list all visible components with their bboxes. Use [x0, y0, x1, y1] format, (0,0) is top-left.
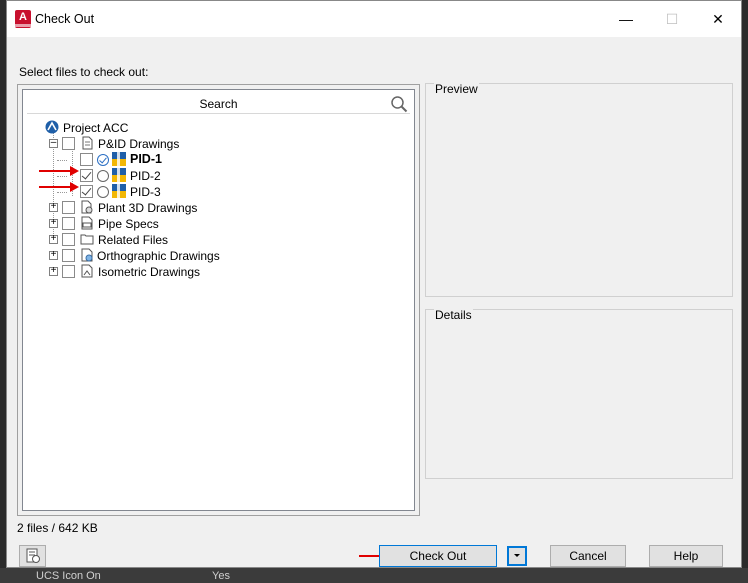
tree-item-pid-1[interactable]: PID-1 — [57, 152, 267, 168]
tree-folder-related-files[interactable]: + Related Files — [49, 232, 299, 248]
annotation-arrow — [39, 182, 79, 192]
pid-3-label: PID-3 — [130, 185, 161, 199]
preview-label: Preview — [434, 82, 479, 96]
preview-group: Preview — [425, 82, 733, 297]
pid-folder-checkbox[interactable] — [62, 137, 75, 150]
expand-icon[interactable]: + — [49, 266, 58, 276]
document-icon — [82, 136, 93, 150]
close-button[interactable]: ✕ — [695, 1, 741, 37]
selection-summary: 2 files / 642 KB — [17, 521, 98, 535]
pid-3-checkbox[interactable] — [80, 185, 93, 198]
pid-2-label: PID-2 — [130, 169, 161, 183]
pid-2-checkbox[interactable] — [80, 169, 93, 182]
pipe-specs-folder-checkbox[interactable] — [62, 217, 75, 230]
file-tree[interactable]: Search Project ACC – P&ID Drawings PID-1… — [22, 89, 415, 511]
cancel-button[interactable]: Cancel — [550, 545, 626, 567]
tree-line — [57, 160, 67, 161]
available-status-icon — [97, 170, 109, 182]
minimize-icon: — — [619, 11, 633, 27]
annotation-arrow — [39, 166, 79, 176]
tree-folder-isometric[interactable]: + Isometric Drawings — [49, 264, 299, 280]
pid-drawing-icon — [112, 184, 126, 198]
tree-folder-orthographic[interactable]: + Orthographic Drawings — [49, 248, 299, 264]
pid-1-label: PID-1 — [130, 152, 162, 166]
close-icon: ✕ — [712, 11, 724, 27]
pipe-specs-folder-label: Pipe Specs — [98, 217, 159, 231]
details-label: Details — [434, 308, 473, 322]
plant3d-icon — [81, 200, 93, 214]
orthographic-folder-checkbox[interactable] — [62, 249, 75, 262]
expand-icon[interactable]: + — [49, 218, 58, 228]
acc-project-icon — [45, 120, 59, 134]
plant3d-folder-checkbox[interactable] — [62, 201, 75, 214]
search-label: Search — [199, 97, 238, 111]
tree-folder-pid[interactable]: – P&ID Drawings — [49, 136, 249, 152]
background-text-left: UCS Icon On — [36, 570, 101, 582]
check-out-dialog: A Check Out — ☐ ✕ Select files to check … — [6, 0, 742, 568]
tree-line — [57, 176, 67, 177]
isometric-folder-label: Isometric Drawings — [98, 265, 201, 279]
expand-icon[interactable]: + — [49, 250, 58, 260]
search-bar[interactable]: Search — [27, 95, 410, 114]
pid-drawing-icon — [112, 168, 126, 182]
maximize-button: ☐ — [649, 1, 695, 37]
title-bar[interactable]: A Check Out — ☐ ✕ — [7, 1, 741, 37]
ortho-icon — [81, 248, 93, 262]
details-group: Details — [425, 308, 733, 479]
related-files-folder-checkbox[interactable] — [62, 233, 75, 246]
orthographic-folder-label: Orthographic Drawings — [97, 249, 220, 263]
tree-root-label: Project ACC — [63, 121, 129, 135]
tree-line — [57, 192, 67, 193]
background-text-right: Yes — [212, 570, 230, 582]
tree-root[interactable]: Project ACC — [45, 120, 245, 136]
maximize-icon: ☐ — [665, 11, 679, 27]
tree-folder-pipe-specs[interactable]: + Pipe Specs — [49, 216, 299, 232]
dialog-title: Check Out — [35, 12, 95, 26]
check-out-button[interactable]: Check Out — [379, 545, 497, 567]
tree-item-pid-2[interactable]: PID-2 — [57, 168, 267, 184]
folder-icon — [80, 234, 94, 245]
file-tree-panel: Search Project ACC – P&ID Drawings PID-1… — [17, 84, 420, 516]
history-icon — [26, 548, 40, 563]
pid-1-checkbox[interactable] — [80, 153, 93, 166]
help-button[interactable]: Help — [649, 545, 723, 567]
pid-drawing-icon — [112, 152, 126, 166]
history-button[interactable] — [19, 545, 46, 567]
autocad-icon: A — [15, 10, 31, 28]
minimize-button[interactable]: — — [603, 1, 649, 37]
related-files-folder-label: Related Files — [98, 233, 169, 247]
iso-icon — [81, 264, 93, 278]
check-out-options-dropdown[interactable] — [507, 546, 527, 566]
isometric-folder-checkbox[interactable] — [62, 265, 75, 278]
pid-folder-label: P&ID Drawings — [98, 137, 180, 151]
background-strip — [0, 568, 748, 583]
expand-icon[interactable]: + — [49, 202, 58, 212]
expand-icon[interactable]: + — [49, 234, 58, 244]
pipe-spec-icon — [81, 216, 93, 230]
search-icon[interactable] — [390, 95, 408, 113]
select-files-label: Select files to check out: — [19, 65, 149, 79]
collapse-icon[interactable]: – — [49, 138, 58, 148]
checked-in-status-icon — [97, 154, 109, 166]
tree-folder-plant3d[interactable]: + Plant 3D Drawings — [49, 200, 299, 216]
available-status-icon — [97, 186, 109, 198]
plant3d-folder-label: Plant 3D Drawings — [98, 201, 198, 215]
tree-item-pid-3[interactable]: PID-3 — [57, 184, 267, 200]
